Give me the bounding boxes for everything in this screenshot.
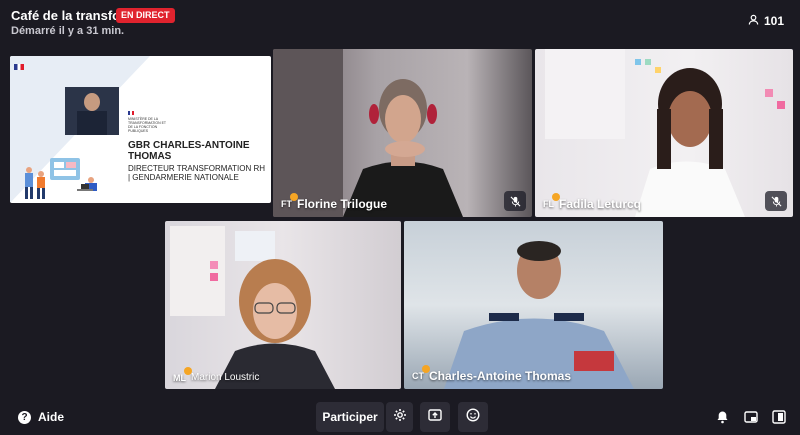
live-badge: EN DIRECT [116,8,175,23]
help-label: Aide [38,410,65,424]
user-icon [748,14,759,28]
participant-label: ML Marion Loustric [173,366,260,383]
top-bar: Café de la transfo #1 EN DIRECT Démarré … [0,0,800,46]
participant-name: Fadila Leturcq [559,197,642,211]
status-dot [184,366,192,375]
video-tile-charles-antoine[interactable]: CT Charles-Antoine Thomas [404,221,663,389]
bell-icon[interactable] [716,410,729,429]
participant-initials: CT [412,365,430,381]
ministry-text: MINISTÈRE DE LA TRANSFORMATION ET DE LA … [128,117,166,133]
emoji-icon [466,407,480,427]
viewer-count-value: 101 [763,14,784,28]
participant-initials: ML [173,366,192,383]
status-dot [422,365,430,373]
participant-video-marion [170,226,335,389]
help-icon: ? [18,410,31,424]
viewer-count[interactable]: 101 [748,14,784,28]
settings-button[interactable] [386,402,413,432]
settings-icon [393,408,407,427]
speaker-portrait [65,87,119,135]
share-screen-button[interactable] [420,402,450,432]
mic-off-icon [504,191,526,211]
status-dot [290,193,298,201]
slide-illustration [25,158,97,199]
video-tile-marion[interactable]: ML Marion Loustric [165,221,401,389]
layout-icon[interactable] [744,410,758,429]
ministry-flag [128,111,134,115]
participant-label: CT Charles-Antoine Thomas [412,365,572,383]
share-screen-icon [428,408,442,427]
participate-button[interactable]: Participer [316,402,384,432]
help-button[interactable]: ? Aide [18,410,64,424]
reaction-button[interactable] [458,402,488,432]
video-tile-florine[interactable]: FT Florine Trilogue [273,49,532,217]
participant-video-fadila [545,49,785,217]
participant-name: Florine Trilogue [297,197,388,211]
fullscreen-icon[interactable] [772,410,786,429]
started-time: Démarré il y a 31 min. [11,25,125,37]
presentation-slide[interactable]: MINISTÈRE DE LA TRANSFORMATION ET DE LA … [10,56,271,203]
participant-initials: FT [281,193,298,209]
video-tile-fadila[interactable]: FL Fadila Leturcq [535,49,793,217]
participant-name: Marion Loustric [191,372,260,383]
participant-initials: FL [543,193,560,209]
mic-off-icon [765,191,787,211]
participant-label: FT Florine Trilogue [281,193,388,211]
participant-video-charles-antoine [444,241,634,389]
slide-speaker-role: DIRECTEUR TRANSFORMATION RH | GENDARMERI… [128,164,266,182]
participant-video-florine [273,49,463,217]
participant-label: FL Fadila Leturcq [543,193,642,211]
slide-speaker-name: GBR CHARLES-ANTOINE THOMAS [128,140,250,162]
status-dot [552,193,560,201]
government-logo [14,64,24,70]
participant-name: Charles-Antoine Thomas [429,369,572,383]
